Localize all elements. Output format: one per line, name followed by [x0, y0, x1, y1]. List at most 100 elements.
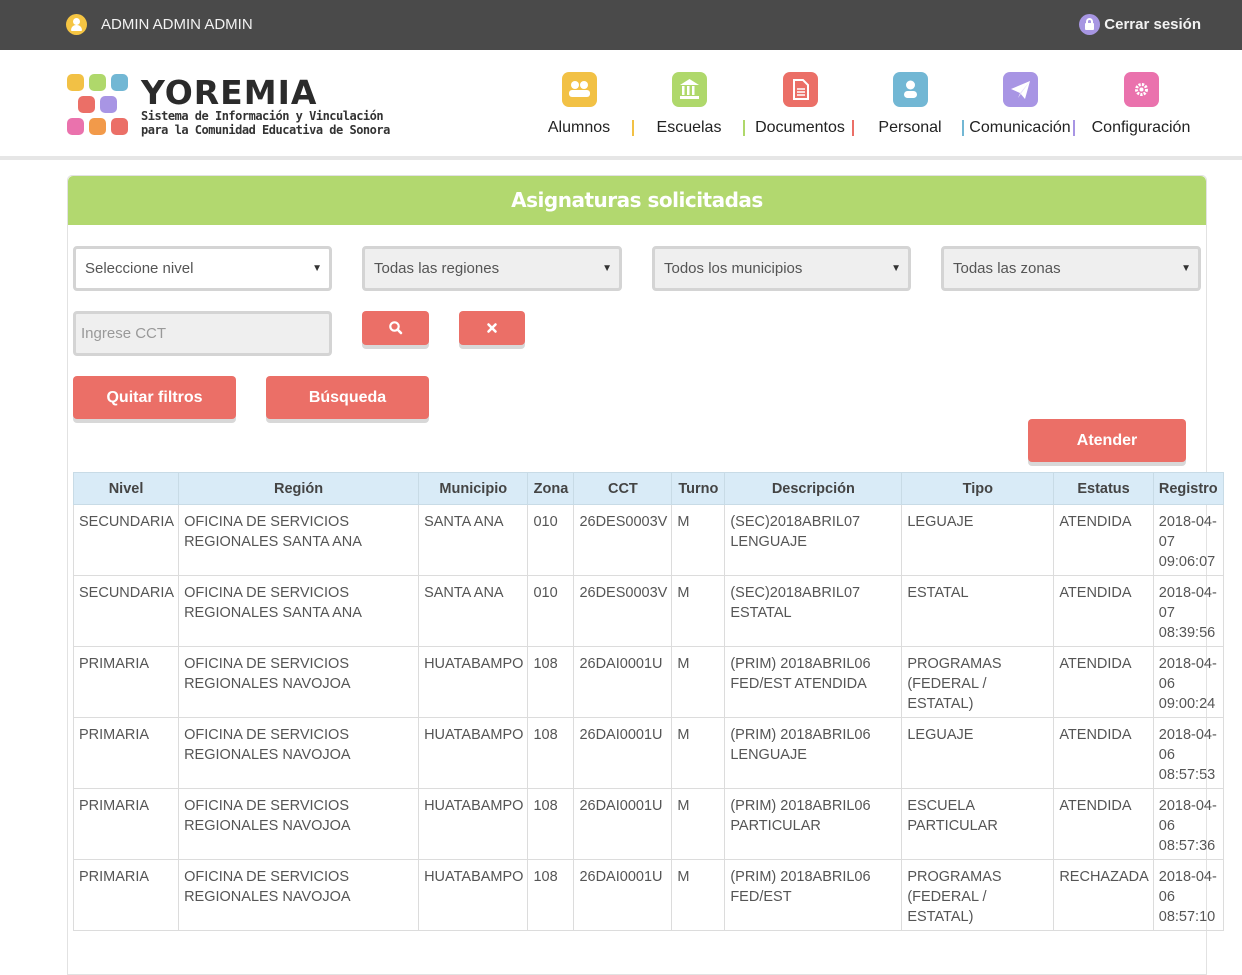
- nav-personal[interactable]: Personal: [875, 72, 945, 142]
- column-header[interactable]: Descripción: [724, 472, 903, 505]
- nav-documentos[interactable]: Documentos: [752, 72, 848, 142]
- cell-zona: 108: [527, 717, 575, 789]
- nav-divider: [962, 120, 964, 136]
- cell-nivel: PRIMARIA: [72, 717, 180, 789]
- cell-nivel: PRIMARIA: [72, 646, 180, 718]
- cell-region: OFICINA DE SERVICIOS REGIONALES NAVOJOA: [178, 717, 420, 789]
- users-icon: [561, 72, 597, 107]
- nav-configuracion[interactable]: Configuración: [1087, 72, 1195, 142]
- cell-zona: 108: [527, 788, 575, 860]
- column-header[interactable]: CCT: [573, 472, 673, 505]
- cell-turno: M: [671, 717, 726, 789]
- cell-region: OFICINA DE SERVICIOS REGIONALES SANTA AN…: [178, 575, 420, 647]
- gear-icon: [1123, 72, 1159, 107]
- cell-tipo: ESCUELA PARTICULAR: [901, 788, 1055, 860]
- user-name: ADMIN ADMIN ADMIN: [101, 15, 253, 33]
- table-row[interactable]: SECUNDARIA OFICINA DE SERVICIOS REGIONAL…: [72, 575, 1224, 647]
- nav-comunicacion[interactable]: Comunicación: [966, 72, 1074, 142]
- cell-registro: 2018-04-06 08:57:10: [1152, 859, 1224, 931]
- cell-region: OFICINA DE SERVICIOS REGIONALES NAVOJOA: [178, 646, 420, 718]
- nav-divider: [852, 120, 854, 136]
- nav-comunicacion-label: Comunicación: [969, 119, 1071, 136]
- cell-zona: 010: [527, 575, 575, 647]
- top-bar: ADMIN ADMIN ADMIN Cerrar sesión: [0, 0, 1242, 50]
- paper-plane-icon: [1002, 72, 1038, 107]
- cell-cct: 26DES0003V: [573, 575, 673, 647]
- user-icon: [66, 13, 87, 35]
- region-select[interactable]: Todas las regiones ▼: [362, 246, 622, 291]
- column-header[interactable]: Estatus: [1053, 472, 1154, 505]
- lock-icon: [1079, 13, 1101, 35]
- nav-escuelas[interactable]: Escuelas: [656, 72, 722, 142]
- municipio-select[interactable]: Todos los municipios ▼: [652, 246, 911, 291]
- column-header[interactable]: Turno: [671, 472, 726, 505]
- panel-header: Asignaturas solicitadas: [68, 176, 1206, 225]
- nav-alumnos[interactable]: Alumnos: [546, 72, 612, 142]
- cell-registro: 2018-04-06 08:57:36: [1152, 788, 1224, 860]
- cct-input[interactable]: Ingrese CCT: [73, 311, 332, 356]
- cell-turno: M: [671, 646, 726, 718]
- cell-zona: 108: [527, 859, 575, 931]
- cell-estatus: ATENDIDA: [1053, 575, 1154, 647]
- nav-alumnos-label: Alumnos: [547, 119, 611, 136]
- column-header[interactable]: Zona: [527, 472, 575, 505]
- institution-icon: [671, 72, 707, 107]
- table-row[interactable]: PRIMARIA OFICINA DE SERVICIOS REGIONALES…: [72, 788, 1224, 860]
- table-row[interactable]: PRIMARIA OFICINA DE SERVICIOS REGIONALES…: [72, 859, 1224, 931]
- nav-personal-label: Personal: [878, 119, 942, 136]
- column-header[interactable]: Registro: [1152, 472, 1224, 505]
- chevron-down-icon: ▼: [312, 263, 322, 274]
- attend-button[interactable]: Atender: [1028, 419, 1186, 462]
- table-header-row: Nivel Región Municipio Zona CCT Turno De…: [72, 472, 1224, 505]
- cell-tipo: PROGRAMAS (FEDERAL / ESTATAL): [901, 646, 1055, 718]
- column-header[interactable]: Tipo: [901, 472, 1055, 505]
- logout-button[interactable]: Cerrar sesión: [1079, 12, 1201, 36]
- table-row[interactable]: PRIMARIA OFICINA DE SERVICIOS REGIONALES…: [72, 646, 1224, 718]
- main-nav: Alumnos Escuelas Documentos Personal Com…: [0, 72, 1242, 142]
- requests-table: Nivel Región Municipio Zona CCT Turno De…: [72, 472, 1224, 931]
- cell-cct: 26DAI0001U: [573, 859, 673, 931]
- cell-estatus: RECHAZADA: [1053, 859, 1154, 931]
- cell-descripcion: (SEC)2018ABRIL07 ESTATAL: [724, 575, 903, 647]
- cell-region: OFICINA DE SERVICIOS REGIONALES SANTA AN…: [178, 504, 420, 576]
- cell-tipo: LEGUAJE: [901, 717, 1055, 789]
- cell-estatus: ATENDIDA: [1053, 504, 1154, 576]
- zona-select[interactable]: Todas las zonas ▼: [941, 246, 1201, 291]
- cell-nivel: SECUNDARIA: [72, 575, 180, 647]
- cell-nivel: PRIMARIA: [72, 859, 180, 931]
- cell-descripcion: (SEC)2018ABRIL07 LENGUAJE: [724, 504, 903, 576]
- nav-divider: [743, 120, 745, 136]
- cell-registro: 2018-04-06 08:57:53: [1152, 717, 1224, 789]
- table-row[interactable]: PRIMARIA OFICINA DE SERVICIOS REGIONALES…: [72, 717, 1224, 789]
- table-row[interactable]: SECUNDARIA OFICINA DE SERVICIOS REGIONAL…: [72, 504, 1224, 576]
- cell-zona: 010: [527, 504, 575, 576]
- cell-registro: 2018-04-06 09:00:24: [1152, 646, 1224, 718]
- cell-cct: 26DES0003V: [573, 504, 673, 576]
- column-header[interactable]: Municipio: [418, 472, 529, 505]
- cell-turno: M: [671, 859, 726, 931]
- page-title: Asignaturas solicitadas: [511, 188, 763, 212]
- cell-municipio: HUATABAMPO: [418, 788, 529, 860]
- cell-turno: M: [671, 504, 726, 576]
- cell-zona: 108: [527, 646, 575, 718]
- cell-region: OFICINA DE SERVICIOS REGIONALES NAVOJOA: [178, 788, 420, 860]
- nav-divider: [1073, 120, 1075, 136]
- cell-municipio: HUATABAMPO: [418, 859, 529, 931]
- logout-label: Cerrar sesión: [1104, 15, 1201, 33]
- cell-cct: 26DAI0001U: [573, 646, 673, 718]
- cell-municipio: HUATABAMPO: [418, 717, 529, 789]
- column-header[interactable]: Nivel: [72, 472, 180, 505]
- search-submit-button[interactable]: Búsqueda: [266, 376, 429, 419]
- chevron-down-icon: ▼: [891, 263, 901, 274]
- cell-registro: 2018-04-07 09:06:07: [1152, 504, 1224, 576]
- clear-filters-button[interactable]: Quitar filtros: [73, 376, 236, 419]
- cell-municipio: SANTA ANA: [418, 575, 529, 647]
- nivel-select[interactable]: Seleccione nivel ▼: [73, 246, 332, 291]
- close-icon: [487, 322, 497, 333]
- chevron-down-icon: ▼: [602, 263, 612, 274]
- clear-cct-button[interactable]: [459, 311, 525, 345]
- column-header[interactable]: Región: [178, 472, 420, 505]
- cell-turno: M: [671, 788, 726, 860]
- cell-tipo: ESTATAL: [901, 575, 1055, 647]
- search-button[interactable]: [362, 311, 429, 345]
